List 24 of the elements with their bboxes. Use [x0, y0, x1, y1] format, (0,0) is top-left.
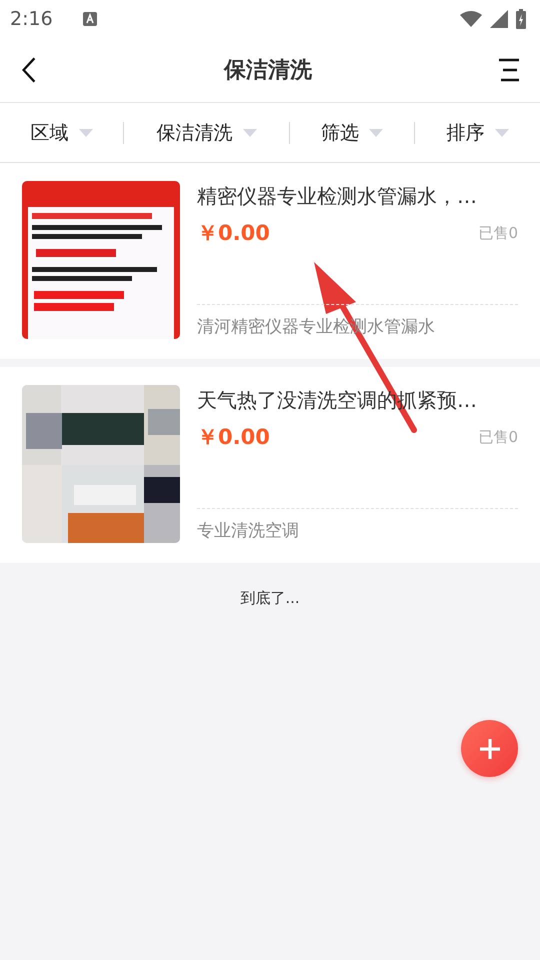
signal-icon	[490, 10, 508, 28]
caret-icon	[242, 128, 256, 136]
caret-icon	[369, 128, 383, 136]
status-time: 2:16	[10, 8, 53, 30]
sold-count: 已售0	[478, 224, 518, 242]
keyboard-notification-icon	[82, 12, 97, 26]
plus-icon	[478, 736, 502, 760]
filter-dropdown[interactable]: 区域	[0, 122, 124, 144]
add-button[interactable]	[461, 720, 518, 777]
listing-subtitle: 专业清洗空调	[197, 520, 300, 543]
caret-icon	[494, 128, 508, 136]
filter-dropdown[interactable]: 筛选	[290, 122, 415, 144]
price: ￥0.00	[197, 220, 270, 247]
battery-icon	[516, 9, 526, 29]
listing-title: 精密仪器专业检测水管漏水，…	[197, 183, 478, 210]
price: ￥0.00	[197, 424, 270, 451]
end-of-list-text: 到底了...	[239, 589, 301, 608]
page-title: 保洁清洗	[224, 57, 312, 85]
wifi-icon	[460, 11, 482, 27]
filter-dropdown[interactable]: 排序	[415, 122, 540, 144]
filter-dropdown[interactable]: 保洁清洗	[124, 122, 290, 144]
menu-button[interactable]	[496, 56, 522, 84]
caret-icon	[78, 128, 92, 136]
sold-count: 已售0	[478, 428, 518, 446]
